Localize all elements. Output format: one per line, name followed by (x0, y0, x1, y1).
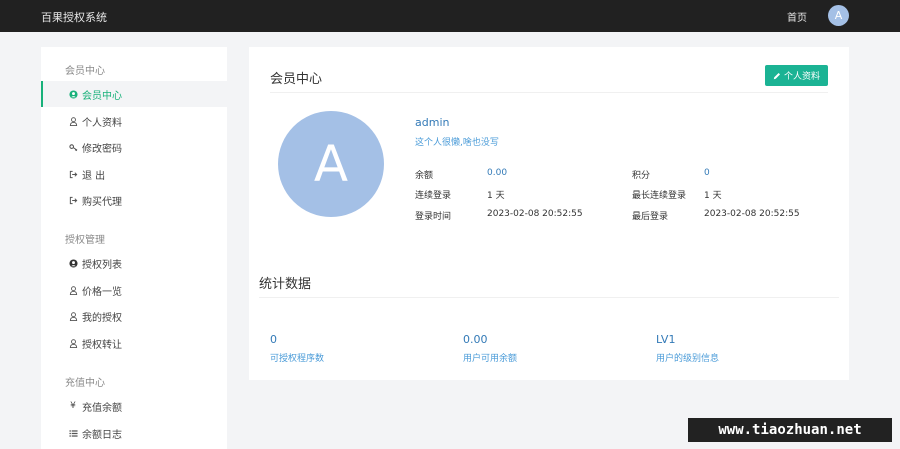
watermark: www.tiaozhuan.net (688, 418, 892, 442)
profile-avatar: A (278, 111, 384, 217)
last-login-label: 最后登录 (632, 212, 669, 222)
user-avatar[interactable]: A (828, 5, 849, 26)
points-value: 0 (704, 168, 710, 178)
pencil-icon (773, 72, 781, 80)
sidebar-item-profile[interactable]: 个人资料 (41, 108, 227, 134)
sidebar-item-balance-log[interactable]: 余额日志 (41, 420, 227, 446)
sidebar: 会员中心 会员中心 个人资料 修改密码 退 出 购买代理 授权管理 授权列表 价… (41, 47, 227, 449)
app-title[interactable]: 百果授权系统 (41, 9, 107, 25)
sidebar-item-label: 授权转让 (82, 339, 122, 351)
sidebar-group-recharge: 充值中心 (65, 378, 105, 389)
sidebar-item-label: 余额日志 (82, 429, 122, 441)
user-icon (68, 311, 78, 321)
sidebar-item-label: 个人资料 (82, 117, 122, 129)
user-icon (68, 116, 78, 126)
login-time-label: 登录时间 (415, 212, 452, 222)
balance-label: 余额 (415, 171, 434, 181)
sidebar-item-recharge-balance[interactable]: ¥ 充值余额 (41, 393, 227, 419)
sidebar-item-logout[interactable]: 退 出 (41, 161, 227, 187)
sidebar-item-change-password[interactable]: 修改密码 (41, 134, 227, 160)
home-link[interactable]: 首页 (787, 9, 807, 24)
user-icon (68, 338, 78, 348)
edit-profile-button[interactable]: 个人资料 (765, 65, 828, 86)
sidebar-group-member: 会员中心 (65, 66, 105, 77)
balance-value: 0.00 (487, 168, 508, 178)
list-icon (68, 428, 78, 438)
longest-login-value: 1 天 (704, 191, 722, 201)
sidebar-item-label: 退 出 (82, 170, 106, 182)
stat-program-count-label: 可授权程序数 (270, 354, 325, 364)
sidebar-item-label: 授权列表 (82, 259, 122, 271)
yen-icon: ¥ (70, 401, 76, 411)
sidebar-item-label: 修改密码 (82, 143, 122, 155)
last-login-value: 2023-02-08 20:52:55 (704, 209, 800, 219)
top-navbar: 百果授权系统 首页 A (0, 0, 900, 32)
user-circle-icon (68, 89, 78, 99)
user-signature: 这个人很懒,啥也没写 (415, 138, 499, 148)
username[interactable]: admin (415, 116, 449, 129)
sidebar-item-member-center[interactable]: 会员中心 (41, 81, 227, 107)
stat-balance-label: 用户可用余额 (463, 354, 518, 364)
sidebar-item-label: 购买代理 (82, 196, 122, 208)
sign-out-icon (68, 169, 78, 179)
sidebar-item-label: 我的授权 (82, 312, 122, 324)
sidebar-item-label: 充值余额 (82, 402, 122, 414)
points-label: 积分 (632, 171, 651, 181)
stats-title: 统计数据 (259, 277, 312, 292)
stat-program-count-value: 0 (270, 333, 277, 346)
consecutive-login-value: 1 天 (487, 191, 505, 201)
sidebar-item-license-transfer[interactable]: 授权转让 (41, 330, 227, 356)
sidebar-group-license: 授权管理 (65, 235, 105, 246)
sidebar-item-label: 价格一览 (82, 286, 122, 298)
edit-profile-label: 个人资料 (783, 72, 820, 82)
login-time-value: 2023-02-08 20:52:55 (487, 209, 583, 219)
sign-out-icon (68, 195, 78, 205)
sidebar-item-label: 会员中心 (82, 90, 122, 102)
divider (270, 92, 828, 93)
stat-level-label: 用户的级别信息 (656, 354, 720, 364)
divider (259, 297, 839, 298)
sidebar-item-license-list[interactable]: 授权列表 (41, 250, 227, 276)
longest-login-label: 最长连续登录 (632, 191, 687, 201)
key-icon (68, 142, 78, 152)
main-panel: 会员中心 个人资料 A admin 这个人很懒,啥也没写 余额 0.00 积分 … (249, 47, 849, 380)
page-title: 会员中心 (270, 72, 323, 87)
sidebar-item-buy-agent[interactable]: 购买代理 (41, 187, 227, 213)
sidebar-item-price-list[interactable]: 价格一览 (41, 277, 227, 303)
consecutive-login-label: 连续登录 (415, 191, 452, 201)
stat-balance-value: 0.00 (463, 333, 488, 346)
user-circle-icon (68, 258, 78, 268)
sidebar-item-my-license[interactable]: 我的授权 (41, 303, 227, 329)
user-icon (68, 285, 78, 295)
stat-level-value: LV1 (656, 333, 676, 346)
